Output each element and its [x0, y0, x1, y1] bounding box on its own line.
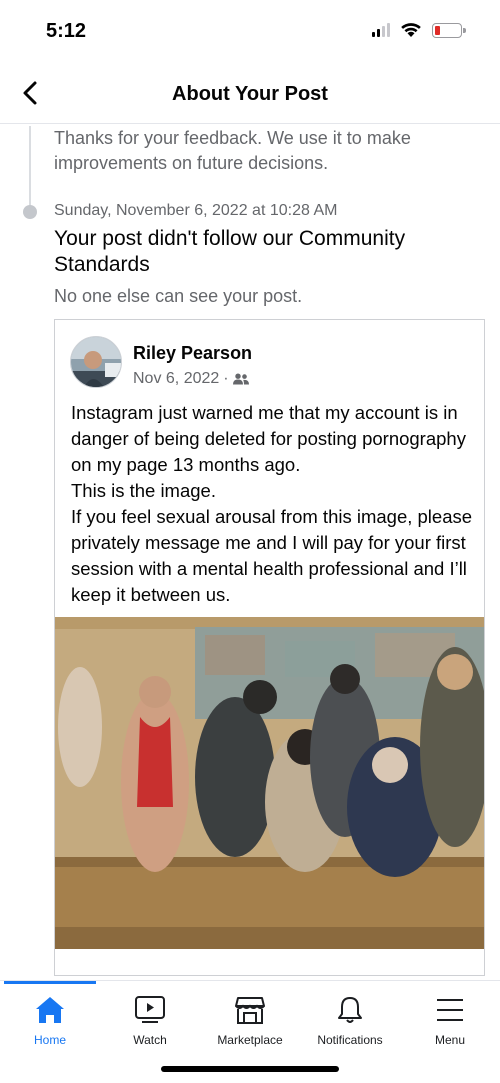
post-author[interactable]: Riley Pearson [133, 343, 252, 364]
post-date[interactable]: Nov 6, 2022 [133, 370, 219, 388]
event-timestamp: Sunday, November 6, 2022 at 10:28 AM [54, 202, 338, 219]
page-title: About Your Post [172, 83, 328, 105]
active-tab-indicator [4, 981, 96, 984]
nav-notifications-label: Notifications [317, 1033, 383, 1047]
post-card[interactable]: Riley Pearson Nov 6, 2022 · Instagram ju… [54, 319, 485, 976]
feedback-text: Thanks for your feedback. We use it to m… [54, 128, 411, 173]
status-icons [372, 22, 466, 38]
post-text: Instagram just warned me that my account… [71, 402, 473, 605]
watch-icon [135, 996, 165, 1023]
status-time: 5:12 [46, 20, 87, 42]
nav-home-label: Home [33, 1033, 66, 1047]
visibility-note: No one else can see your post. [54, 286, 303, 306]
friends-icon [232, 373, 249, 385]
nav-menu[interactable]: Menu [400, 995, 500, 1047]
battery-icon [432, 22, 466, 38]
nav-home[interactable]: Home [0, 995, 100, 1047]
timeline-dot [23, 205, 37, 219]
nav-marketplace-label: Marketplace [217, 1033, 283, 1047]
header: About Your Post [0, 66, 500, 124]
nav-watch-label: Watch [133, 1033, 167, 1047]
violation-title: Your post didn't follow our Community St… [54, 227, 406, 276]
nav-menu-label: Menu [434, 1033, 466, 1047]
avatar[interactable] [70, 336, 122, 388]
wifi-icon [401, 23, 421, 37]
timeline-line [29, 126, 31, 206]
post-photo[interactable] [55, 617, 484, 949]
status-bar: 5:12 [0, 0, 500, 60]
home-icon [36, 997, 64, 1023]
nav-marketplace[interactable]: Marketplace [200, 995, 300, 1047]
cellular-signal-icon [372, 23, 390, 37]
menu-icon [437, 999, 463, 1021]
meta-separator: · [223, 370, 229, 387]
home-indicator [161, 1066, 339, 1072]
post-meta: Nov 6, 2022 · [133, 370, 249, 388]
marketplace-icon [235, 997, 265, 1024]
nav-watch[interactable]: Watch [100, 995, 200, 1047]
bell-icon [338, 997, 362, 1023]
nav-notifications[interactable]: Notifications [300, 995, 400, 1047]
